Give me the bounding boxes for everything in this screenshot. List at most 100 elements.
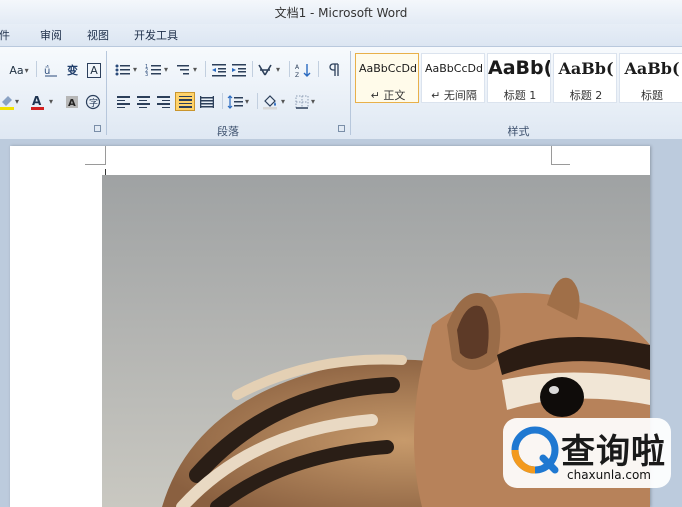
tab-mailings[interactable]: 邮件 [0,27,10,43]
style-name: ↵ 无间隔 [431,89,477,102]
margin-corner-mark [551,146,570,165]
show-formatting-button[interactable] [324,61,344,79]
style-name: 标题 1 [503,89,537,102]
shading-button[interactable]: ▾ [262,93,290,111]
styles-group-label: 样式 [507,125,530,138]
svg-text:A: A [295,64,300,71]
enclosed-character-button[interactable]: 字 [84,93,102,111]
style-title[interactable]: AaBb( 标题 [619,53,682,103]
svg-text:▾: ▾ [15,97,19,106]
svg-text:▾: ▾ [311,97,315,106]
svg-text:3: 3 [145,72,148,78]
style-heading-2[interactable]: AaBb( 标题 2 [553,53,617,103]
svg-text:A: A [68,98,76,109]
decrease-indent-icon [212,64,226,77]
svg-text:▾: ▾ [281,97,285,106]
align-right-button[interactable] [154,93,172,111]
tab-view[interactable]: 视图 [87,27,109,43]
tab-developer[interactable]: 开发工具 [134,27,178,43]
style-name: 标题 2 [569,89,603,102]
style-name: 标题 [641,89,663,102]
align-left-icon [116,96,130,108]
style-sample: AaBbCcDd [359,62,417,75]
bullets-icon: ▾ [115,64,137,76]
toolbar-divider [222,93,223,109]
svg-text:▾: ▾ [49,97,53,106]
font-color-button[interactable]: A ▾ [30,93,58,111]
toolbar-divider [289,61,290,77]
align-center-button[interactable] [134,93,152,111]
numbering-button[interactable]: 1 2 3 ▾ [145,61,173,79]
watermark: 查询啦 chaxunla.com [503,418,671,488]
line-spacing-icon: ▾ [227,95,249,109]
justify-icon [178,95,192,108]
enclose-chars-icon: 变 [67,63,78,77]
style-no-spacing[interactable]: AaBbCcDd ↵ 无间隔 [421,53,485,103]
toolbar-divider [205,61,206,77]
decrease-indent-button[interactable] [210,61,228,79]
sort-button[interactable]: AZ [294,61,314,79]
numbering-icon: 1 2 3 ▾ [145,64,168,78]
style-sample: AaBbCcDd [425,62,483,75]
watermark-url: chaxunla.com [567,468,651,482]
enclosed-character-icon: 字 [85,94,101,110]
borders-button[interactable]: ▾ [294,93,320,111]
margin-corner-mark [85,146,106,165]
tab-review[interactable]: 审阅 [40,27,62,43]
justify-button[interactable] [175,92,195,111]
search-logo-icon [511,426,559,474]
chinese-layout-button[interactable]: ▾ [257,61,285,79]
paragraph-dialog-launcher-icon[interactable] [338,125,345,132]
character-border-label: A [87,62,101,78]
svg-text:▾: ▾ [133,65,137,74]
ribbon-tabs: 邮件 审阅 视图 开发工具 [0,24,682,46]
style-sample: AaBb( [624,59,680,78]
sort-icon: AZ [295,64,311,78]
borders-icon: ▾ [295,95,315,109]
svg-text:Z: Z [295,72,299,78]
svg-text:▾: ▾ [164,65,168,74]
align-center-icon [136,96,150,108]
phonetic-guide-button[interactable]: ǘ [41,61,61,79]
chinese-layout-icon: ▾ [258,64,280,76]
svg-text:▾: ▾ [276,65,280,74]
change-case-label: Aa [9,63,24,77]
bullets-button[interactable]: ▾ [114,61,142,79]
increase-indent-button[interactable] [230,61,248,79]
align-right-icon [156,96,170,108]
highlight-button[interactable]: ▾ [0,93,22,111]
align-left-button[interactable] [114,93,132,111]
watermark-text: 查询啦 [561,432,666,472]
character-shading-button[interactable]: A [63,93,81,111]
chevron-down-icon: ▾ [24,65,29,75]
style-sample: AaBb( [558,59,614,78]
multilevel-list-icon: ▾ [177,65,197,75]
paragraph-mark-icon [329,63,339,76]
title-bar: 文档1 - Microsoft Word [0,0,682,24]
distributed-icon [200,96,214,108]
toolbar-divider [252,61,253,77]
font-color-icon: A ▾ [31,94,53,110]
enclose-chars-button[interactable]: 变 [63,61,83,79]
svg-text:▾: ▾ [193,65,197,74]
style-normal[interactable]: AaBbCcDd ↵ 正文 [355,53,419,103]
toolbar-divider [318,61,319,77]
svg-text:变: 变 [67,63,78,77]
window-title: 文档1 - Microsoft Word [274,6,408,20]
font-dialog-launcher-icon[interactable] [94,125,101,132]
style-sample: AaBb( [488,57,551,79]
character-border-button[interactable]: A [85,61,103,79]
character-shading-icon: A [66,96,78,109]
change-case-button[interactable]: Aa ▾ [6,61,32,79]
toolbar-divider [257,93,258,109]
svg-text:A: A [32,94,42,108]
toolbar-divider [36,61,37,77]
phonetic-guide-icon: ǘ [44,64,57,77]
style-name: ↵ 正文 [370,89,406,102]
distributed-button[interactable] [198,93,216,111]
paragraph-group-label: 段落 [217,125,239,138]
line-spacing-button[interactable]: ▾ [227,93,253,111]
style-heading-1[interactable]: AaBb( 标题 1 [487,53,551,103]
paint-bucket-icon: ▾ [263,95,285,110]
multilevel-list-button[interactable]: ▾ [176,61,202,79]
